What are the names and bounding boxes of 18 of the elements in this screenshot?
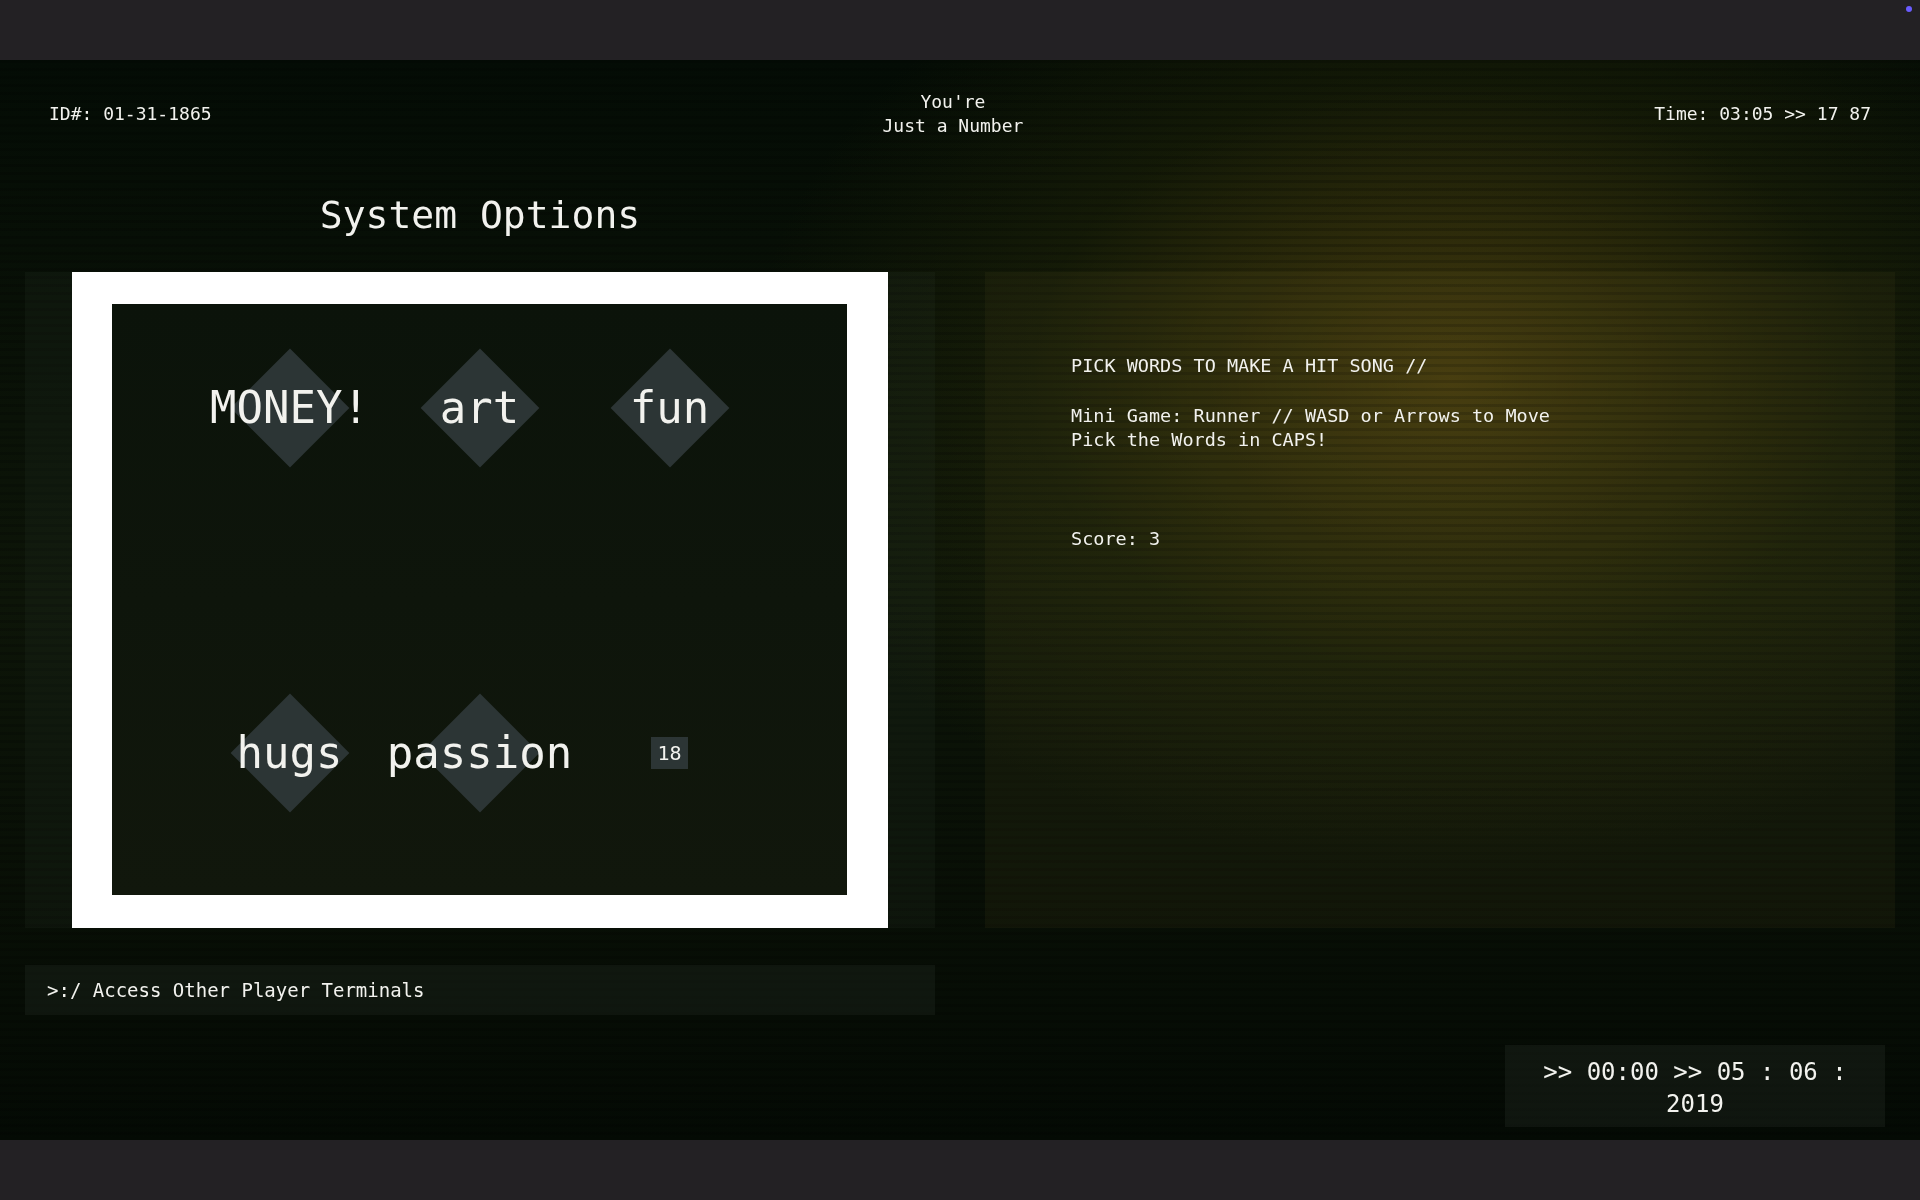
counter-badge: 18 xyxy=(651,737,688,769)
score-text: Score: 3 xyxy=(1071,527,1161,551)
panel-title: System Options xyxy=(319,195,641,235)
status-dot xyxy=(1906,6,1912,12)
terminal-link[interactable]: >:/ Access Other Player Terminals xyxy=(25,965,935,1015)
word-pickup[interactable]: passion xyxy=(386,727,573,779)
game-title: You're xyxy=(920,90,986,114)
word-pickup[interactable]: art xyxy=(439,382,520,434)
instruction-text: Pick the Words in CAPS! xyxy=(1071,428,1329,452)
instruction-heading: PICK WORDS TO MAKE A HIT SONG // xyxy=(1071,354,1428,378)
date-clock: >> 00:00 >> 05 : 06 : 2019 xyxy=(1505,1045,1885,1127)
time-readout: Time: 03:05 >> 17 87 xyxy=(1654,102,1871,126)
word-pickup[interactable]: hugs xyxy=(236,727,343,779)
game-title: Just a Number xyxy=(882,114,1024,138)
word-pickup[interactable]: fun xyxy=(629,382,710,434)
instruction-text: Mini Game: Runner // WASD or Arrows to Move xyxy=(1071,404,1550,428)
word-pickup[interactable]: MONEY! xyxy=(210,382,369,434)
player-id: ID#: 01-31-1865 xyxy=(49,102,212,126)
